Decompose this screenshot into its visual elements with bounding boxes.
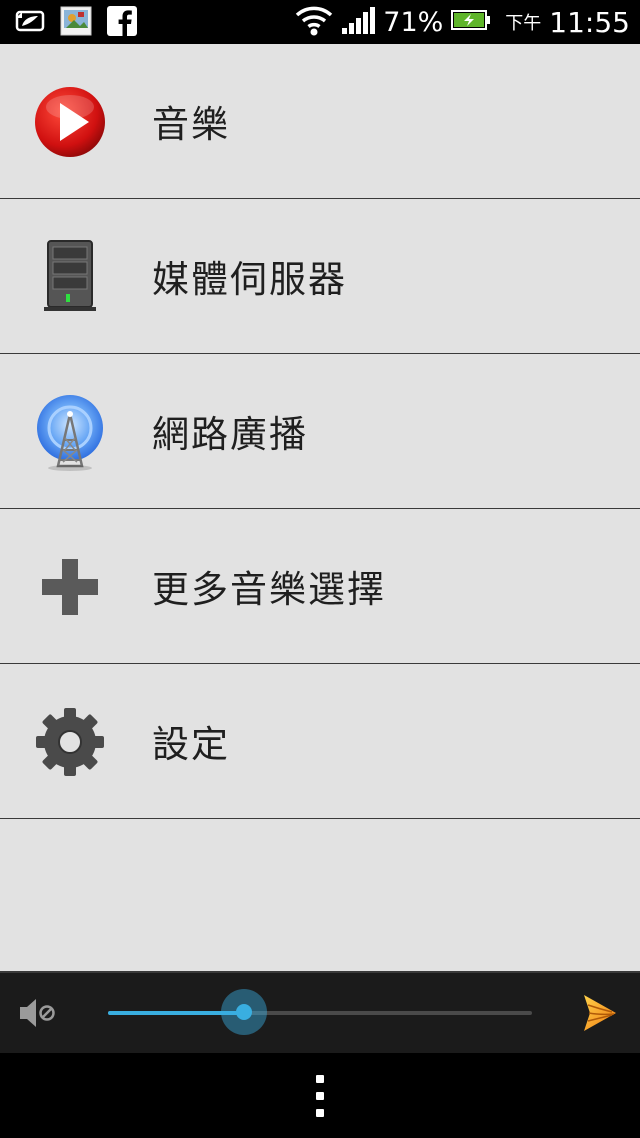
volume-slider[interactable] [108, 989, 532, 1035]
wifi-icon [295, 4, 333, 40]
plus-icon [30, 547, 110, 627]
menu-dot [316, 1092, 324, 1100]
play-to-icon[interactable] [580, 993, 620, 1033]
signal-icon [341, 6, 376, 38]
menu-item-label: 媒體伺服器 [152, 258, 347, 301]
menu-item-label: 設定 [152, 723, 230, 766]
menu-item-internet-radio[interactable]: 網路廣播 [0, 354, 640, 509]
volume-slider-thumb-dot [235, 1004, 252, 1020]
main-menu-list: 音樂 媒體伺服器 網路廣播 更多音樂選擇 設定 [0, 44, 640, 819]
volume-mute-icon[interactable] [18, 995, 58, 1031]
menu-item-music[interactable]: 音樂 [0, 44, 640, 199]
volume-slider-thumb[interactable] [220, 989, 267, 1035]
battery-percent: 71% [383, 6, 444, 38]
menu-item-media-server[interactable]: 媒體伺服器 [0, 199, 640, 354]
menu-item-label: 網路廣播 [152, 413, 308, 456]
menu-item-settings[interactable]: 設定 [0, 664, 640, 819]
navigation-bar [0, 1053, 640, 1138]
play-music-icon [30, 82, 110, 162]
gear-icon [30, 702, 110, 782]
facebook-icon [106, 6, 138, 36]
notification-icons [14, 6, 138, 36]
overflow-menu-icon[interactable] [306, 1075, 334, 1117]
status-bar: 71% 下午 11:55 [0, 0, 640, 44]
menu-dot [316, 1075, 324, 1083]
menu-dot [316, 1109, 324, 1117]
player-bar [0, 971, 640, 1053]
menu-item-label: 音樂 [152, 103, 230, 146]
clock: 11:55 [549, 5, 630, 39]
evernote-icon [14, 6, 46, 36]
internet-radio-icon [30, 392, 110, 472]
ampm-label: 下午 [505, 13, 542, 34]
media-server-icon [30, 237, 110, 317]
menu-item-label: 更多音樂選擇 [152, 568, 386, 611]
battery-charging-icon [451, 9, 491, 35]
music-app-screen: 71% 下午 11:55 音樂 媒體伺服器 網路廣播 更多音樂選擇 設定 [0, 0, 640, 1138]
photo-app-icon [60, 6, 92, 36]
system-status: 71% 下午 11:55 [295, 0, 630, 44]
menu-item-more-music[interactable]: 更多音樂選擇 [0, 509, 640, 664]
